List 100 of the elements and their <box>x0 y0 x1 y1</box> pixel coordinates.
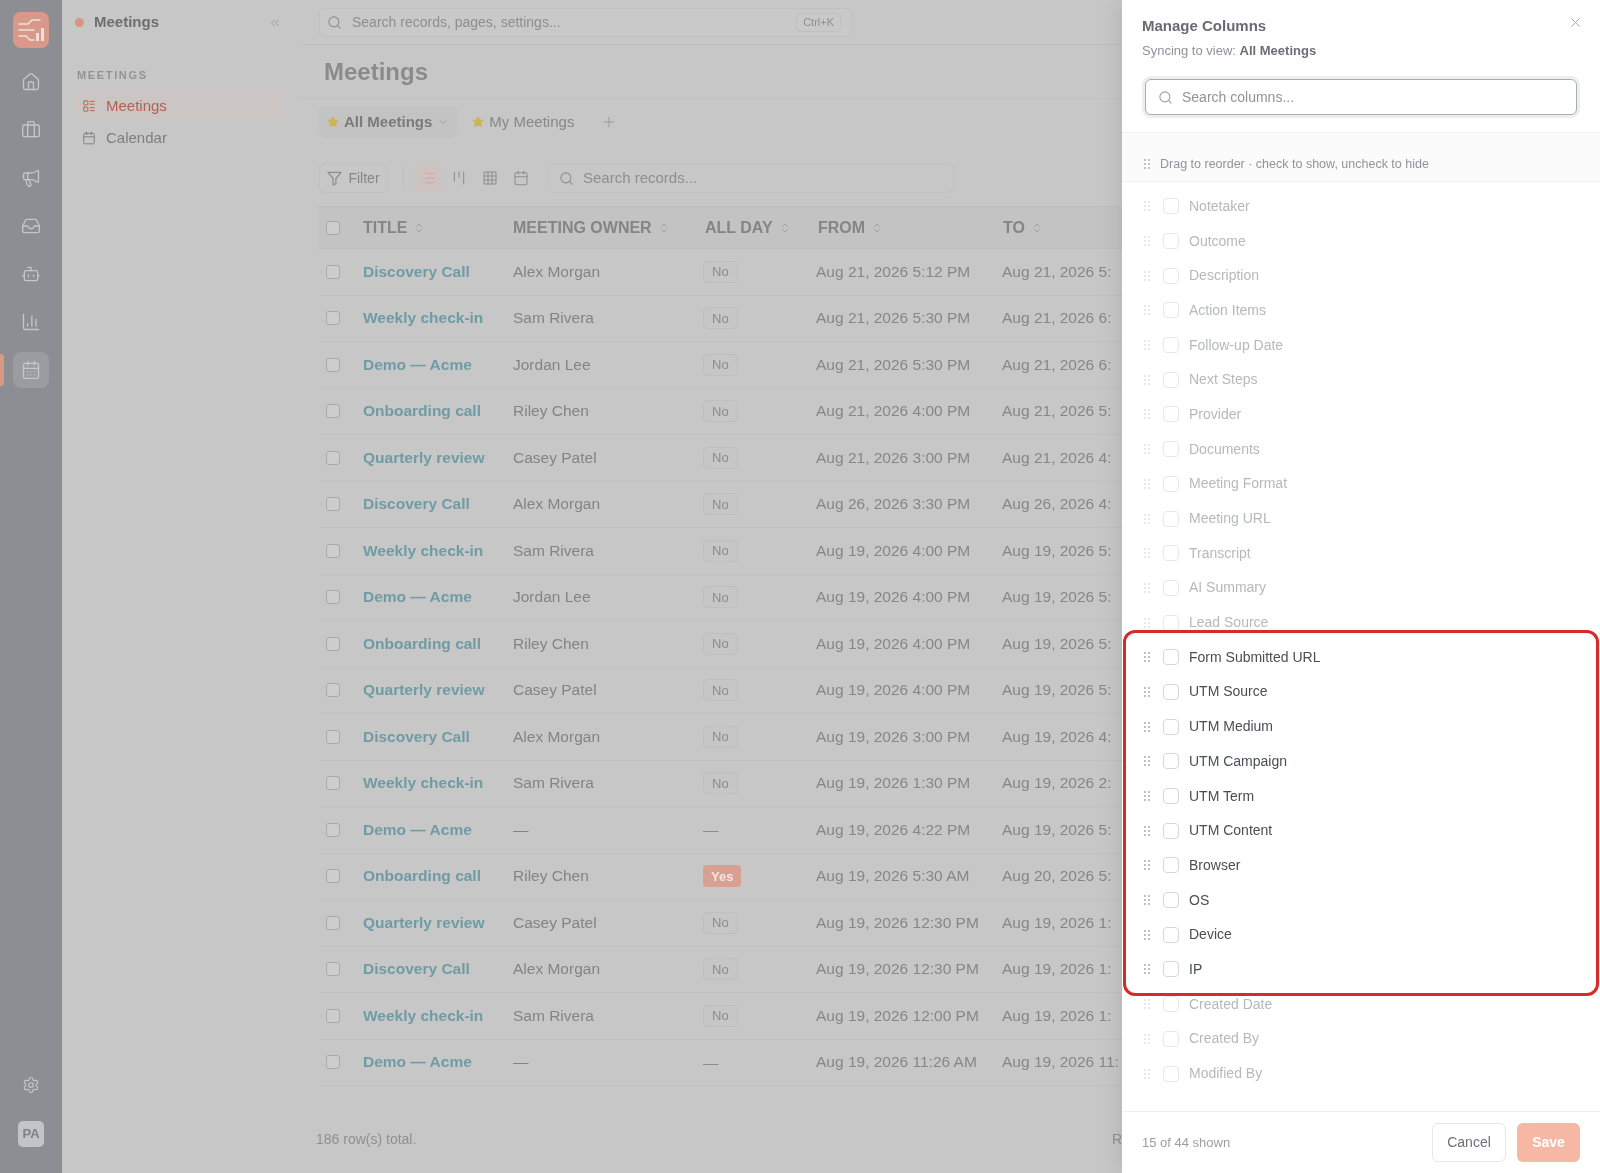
global-search-field[interactable]: Search records, pages, settings... Ctrl+K <box>319 7 852 37</box>
filter-button[interactable]: Filter <box>319 163 388 193</box>
row-checkbox[interactable] <box>326 1055 340 1070</box>
grip-icon[interactable] <box>1144 340 1150 351</box>
records-search-field[interactable]: Search records... <box>548 163 954 193</box>
row-checkbox[interactable] <box>326 450 340 465</box>
row-checkbox[interactable] <box>326 776 340 791</box>
column-checkbox[interactable] <box>1163 926 1179 943</box>
row-checkbox[interactable] <box>326 822 340 837</box>
list-view-button[interactable] <box>414 164 442 192</box>
row-checkbox[interactable] <box>326 683 340 698</box>
column-checkbox[interactable] <box>1163 718 1179 735</box>
column-checkbox[interactable] <box>1163 614 1179 631</box>
column-checkbox[interactable] <box>1163 233 1179 250</box>
column-header[interactable]: MEETING OWNER <box>513 215 670 240</box>
search-input[interactable]: Search records, pages, settings... <box>352 11 787 33</box>
column-checkbox[interactable] <box>1163 441 1179 458</box>
grip-icon[interactable] <box>1144 999 1150 1010</box>
calendar-button[interactable] <box>13 352 49 388</box>
grip-icon[interactable] <box>1144 305 1150 316</box>
user-avatar[interactable]: PA <box>18 1121 44 1147</box>
meeting-title-link[interactable]: Onboarding call <box>363 867 481 885</box>
column-checkbox[interactable] <box>1163 371 1179 388</box>
column-checkbox[interactable] <box>1163 892 1179 909</box>
meeting-title-link[interactable]: Quarterly review <box>363 913 485 931</box>
grip-icon[interactable] <box>1144 444 1150 455</box>
column-checkbox[interactable] <box>1163 579 1179 596</box>
grip-icon[interactable] <box>1144 964 1150 975</box>
column-checkbox[interactable] <box>1163 788 1179 805</box>
meeting-title-link[interactable]: Discovery Call <box>363 727 470 745</box>
meeting-title-link[interactable]: Quarterly review <box>363 448 485 466</box>
meeting-title-link[interactable]: Demo — Acme <box>363 820 472 838</box>
row-checkbox[interactable] <box>326 590 340 605</box>
row-checkbox[interactable] <box>326 869 340 884</box>
meeting-title-link[interactable]: Demo — Acme <box>363 588 472 606</box>
column-checkbox[interactable] <box>1163 649 1179 666</box>
row-checkbox[interactable] <box>326 497 340 512</box>
column-checkbox[interactable] <box>1163 337 1179 354</box>
column-checkbox[interactable] <box>1163 996 1179 1013</box>
meeting-title-link[interactable]: Weekly check-in <box>363 309 484 327</box>
grip-icon[interactable] <box>1144 548 1150 559</box>
row-checkbox[interactable] <box>326 636 340 651</box>
meeting-title-link[interactable]: Demo — Acme <box>363 355 472 373</box>
grip-icon[interactable] <box>1144 1068 1150 1079</box>
column-header[interactable]: TO <box>1003 215 1043 240</box>
grip-icon[interactable] <box>1144 1033 1150 1044</box>
row-checkbox[interactable] <box>326 729 340 744</box>
grip-icon[interactable] <box>1144 201 1150 212</box>
column-header[interactable]: TITLE <box>363 215 426 240</box>
search-input[interactable]: Search records... <box>583 166 953 190</box>
row-checkbox[interactable] <box>326 1008 340 1023</box>
row-checkbox[interactable] <box>326 915 340 930</box>
grip-icon[interactable] <box>1144 409 1150 420</box>
sidebar-item[interactable]: Meetings <box>76 90 286 122</box>
grip-icon[interactable] <box>1144 756 1150 767</box>
grip-icon[interactable] <box>1144 825 1150 836</box>
grip-icon[interactable] <box>1144 617 1150 628</box>
column-search-field[interactable]: Search columns... <box>1145 79 1577 115</box>
grip-icon[interactable] <box>1144 860 1150 871</box>
meeting-title-link[interactable]: Discovery Call <box>363 960 470 978</box>
row-checkbox[interactable] <box>326 311 340 326</box>
grip-icon[interactable] <box>1144 236 1150 247</box>
column-checkbox[interactable] <box>1163 198 1179 215</box>
grip-icon[interactable] <box>1144 652 1150 663</box>
grip-icon[interactable] <box>1144 270 1150 281</box>
grip-icon[interactable] <box>1144 895 1150 906</box>
view-tab[interactable]: My Meetings <box>464 106 583 138</box>
meeting-title-link[interactable]: Demo — Acme <box>363 1053 472 1071</box>
column-checkbox[interactable] <box>1163 857 1179 874</box>
column-checkbox[interactable] <box>1163 1030 1179 1047</box>
select-all-checkbox[interactable] <box>326 220 340 235</box>
grip-icon[interactable] <box>1144 582 1150 593</box>
grip-icon[interactable] <box>1144 478 1150 489</box>
grip-icon[interactable] <box>1144 721 1150 732</box>
row-checkbox[interactable] <box>326 962 340 977</box>
row-checkbox[interactable] <box>326 357 340 372</box>
column-header[interactable]: ALL DAY <box>705 215 791 240</box>
column-checkbox[interactable] <box>1163 510 1179 527</box>
grip-icon[interactable] <box>1144 513 1150 524</box>
meeting-title-link[interactable]: Quarterly review <box>363 681 485 699</box>
column-checkbox[interactable] <box>1163 753 1179 770</box>
grip-icon[interactable] <box>1144 686 1150 697</box>
meeting-title-link[interactable]: Onboarding call <box>363 402 481 420</box>
meeting-title-link[interactable]: Weekly check-in <box>363 1006 484 1024</box>
column-header[interactable]: FROM <box>818 215 884 240</box>
row-checkbox[interactable] <box>326 543 340 558</box>
cancel-button[interactable]: Cancel <box>1432 1123 1506 1162</box>
meeting-title-link[interactable]: Weekly check-in <box>363 774 484 792</box>
column-checkbox[interactable] <box>1163 1065 1179 1082</box>
grip-icon[interactable] <box>1144 929 1150 940</box>
grip-icon[interactable] <box>1144 791 1150 802</box>
meeting-title-link[interactable]: Weekly check-in <box>363 541 484 559</box>
grip-icon[interactable] <box>1144 374 1150 385</box>
column-checkbox[interactable] <box>1163 822 1179 839</box>
column-checkbox[interactable] <box>1163 406 1179 423</box>
meeting-title-link[interactable]: Discovery Call <box>363 262 470 280</box>
sidebar-item[interactable]: Calendar <box>76 122 286 154</box>
column-checkbox[interactable] <box>1163 267 1179 284</box>
column-checkbox[interactable] <box>1163 961 1179 978</box>
meeting-title-link[interactable]: Onboarding call <box>363 634 481 652</box>
